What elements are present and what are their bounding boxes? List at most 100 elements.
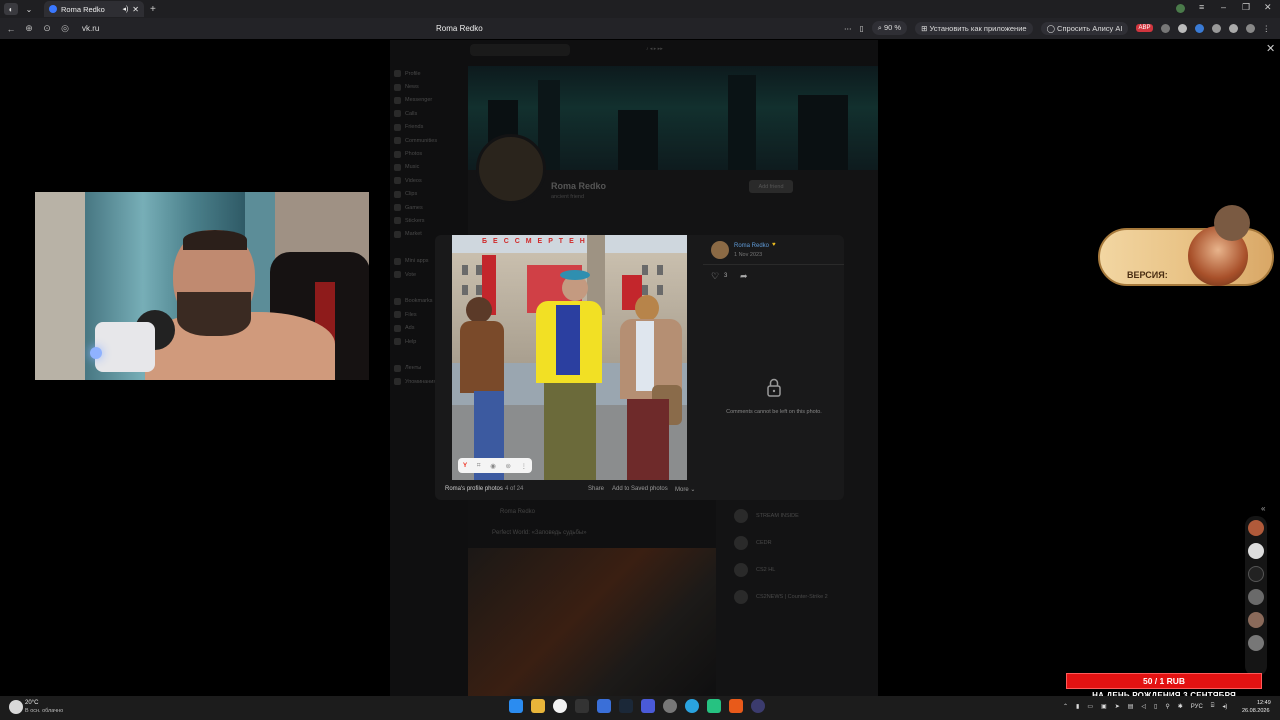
app-icon[interactable]	[597, 699, 611, 713]
author-avatar[interactable]	[711, 241, 729, 259]
yandex-search-icon[interactable]: Y	[463, 462, 467, 469]
url-field[interactable]: vk.ru	[82, 24, 432, 33]
contact-avatar[interactable]	[1248, 520, 1264, 536]
bookmark-icon[interactable]: ▯	[860, 24, 864, 33]
telegram-icon[interactable]	[685, 699, 699, 713]
community-item[interactable]: CS2NEWS | Counter-Strike 2	[724, 583, 878, 610]
extension-icon[interactable]	[1160, 23, 1170, 33]
volume-icon[interactable]: ◂)	[1222, 703, 1227, 710]
app-icon[interactable]	[575, 699, 589, 713]
contact-avatar[interactable]	[1248, 635, 1264, 651]
sidebar-item[interactable]: Profile	[392, 67, 462, 80]
start-icon[interactable]	[509, 699, 523, 713]
download-icon[interactable]: ⊕	[22, 23, 36, 34]
chart-app-icon[interactable]	[641, 699, 655, 713]
share-button[interactable]: Share	[588, 486, 604, 492]
extension-icon[interactable]	[1228, 23, 1238, 33]
tab-active[interactable]: Roma Redko ◂) ✕	[44, 1, 144, 17]
more-button[interactable]: More ⌄	[675, 486, 695, 493]
tray-icon[interactable]: ◁	[1141, 703, 1146, 710]
share-icon[interactable]: ➦	[740, 271, 748, 282]
tray-icon[interactable]: ⚲	[1165, 703, 1169, 710]
vk-music-player[interactable]: ♪ ◂ ▸ ▸▸	[646, 46, 663, 52]
contact-avatar[interactable]	[1248, 566, 1264, 582]
view-icon[interactable]: ◉	[490, 462, 496, 470]
back-icon[interactable]: ←	[4, 24, 18, 34]
new-tab-button[interactable]: +	[150, 4, 156, 15]
more-icon[interactable]: ⋮	[521, 462, 528, 470]
zoom-button[interactable]: ⌕ 90 %	[871, 21, 908, 35]
adblock-icon[interactable]: ABP	[1136, 24, 1153, 32]
profile-icon[interactable]	[1176, 4, 1185, 13]
sidebar-item[interactable]: Games	[392, 201, 462, 214]
sidebar-item[interactable]: Videos	[392, 174, 462, 187]
vk-search-input[interactable]	[470, 44, 570, 56]
sidebar-item[interactable]: Communities	[392, 134, 462, 147]
sidebar-item[interactable]: News	[392, 80, 462, 93]
sidebar-item[interactable]: Messenger	[392, 94, 462, 107]
album-caption[interactable]: Roma's profile photos	[445, 486, 503, 492]
tabs-dropdown-icon[interactable]: ⌄	[22, 3, 36, 15]
install-app-button[interactable]: ⊞ Установить как приложение	[915, 21, 1033, 35]
tray-icon[interactable]: ▭	[1087, 703, 1093, 710]
tray-icon[interactable]: ▮	[1076, 703, 1079, 710]
tray-expand-icon[interactable]: ⌃	[1063, 703, 1068, 710]
tray-icon[interactable]: ▯	[1154, 703, 1157, 710]
sidebar-item[interactable]: Friends	[392, 121, 462, 134]
collapse-icon[interactable]: «	[1261, 504, 1265, 513]
lens-icon[interactable]: ⊚	[506, 462, 511, 470]
viewer-close-icon[interactable]: ✕	[1266, 42, 1275, 55]
language-indicator[interactable]: РУС	[1191, 704, 1203, 710]
app-icon[interactable]	[729, 699, 743, 713]
extension-icon[interactable]	[1194, 23, 1204, 33]
menu-icon[interactable]: ⋮	[1263, 24, 1271, 33]
window-close-icon[interactable]: ✕	[1264, 2, 1272, 13]
community-item[interactable]: CEDR	[724, 529, 878, 556]
extension-icon[interactable]	[1177, 23, 1187, 33]
ask-alice-button[interactable]: ◯ Спросить Алису AI	[1040, 21, 1129, 35]
extensions-icon[interactable]	[1211, 23, 1221, 33]
sidebar-item[interactable]: Calls	[392, 107, 462, 120]
extension-icon[interactable]	[1245, 23, 1255, 33]
clock-time[interactable]: 12:49	[1257, 700, 1271, 706]
site-info-icon[interactable]: ◎	[58, 23, 72, 34]
sidebar-item[interactable]: Music	[392, 161, 462, 174]
tab-close-icon[interactable]: ✕	[132, 5, 139, 14]
weather-temp[interactable]: 20°C	[25, 700, 38, 706]
contact-avatar[interactable]	[1248, 543, 1264, 559]
tray-icon[interactable]: ▣	[1101, 703, 1107, 710]
app-icon[interactable]	[707, 699, 721, 713]
community-item[interactable]: CS2 HL	[724, 556, 878, 583]
post-image[interactable]	[468, 548, 716, 696]
tray-icon[interactable]: ➤	[1115, 703, 1120, 710]
contact-avatar[interactable]	[1248, 589, 1264, 605]
crop-icon[interactable]: ⌗	[477, 462, 481, 470]
weather-icon[interactable]	[9, 700, 23, 714]
sidebar-item[interactable]: Photos	[392, 147, 462, 160]
explorer-icon[interactable]	[531, 699, 545, 713]
add-friend-button[interactable]: Add friend	[749, 180, 793, 193]
weather-desc[interactable]: В осн. облачно	[25, 708, 63, 714]
steam-icon[interactable]	[619, 699, 633, 713]
settings-icon[interactable]	[663, 699, 677, 713]
restore-icon[interactable]: ❐	[1242, 2, 1250, 13]
security-icon[interactable]: ⊙	[40, 23, 54, 34]
like-icon[interactable]: ♡	[711, 271, 719, 282]
bookmarks-menu-icon[interactable]: ≡	[1199, 2, 1204, 12]
more-icon[interactable]: ⋯	[844, 24, 852, 33]
contact-avatar[interactable]	[1248, 612, 1264, 628]
author-name[interactable]: Roma Redko	[734, 243, 769, 249]
sidebar-item[interactable]: Clips	[392, 188, 462, 201]
tray-icon[interactable]: ✱	[1178, 703, 1183, 710]
post-author[interactable]: Roma Redko	[500, 509, 535, 515]
yandex-browser-icon[interactable]	[553, 699, 567, 713]
obs-icon[interactable]	[751, 699, 765, 713]
audio-icon[interactable]: ◂)	[122, 5, 128, 13]
minimize-icon[interactable]: –	[1221, 2, 1226, 12]
photo-image[interactable]: БЕССМЕРТЕН	[452, 235, 687, 480]
browser-menu-icon[interactable]: ◐	[4, 3, 18, 15]
community-item[interactable]: STREAM INSIDE	[724, 502, 878, 529]
clock-date[interactable]: 26.08.2026	[1242, 708, 1270, 714]
profile-avatar[interactable]	[476, 134, 546, 204]
tray-icon[interactable]: ▤	[1128, 703, 1134, 710]
